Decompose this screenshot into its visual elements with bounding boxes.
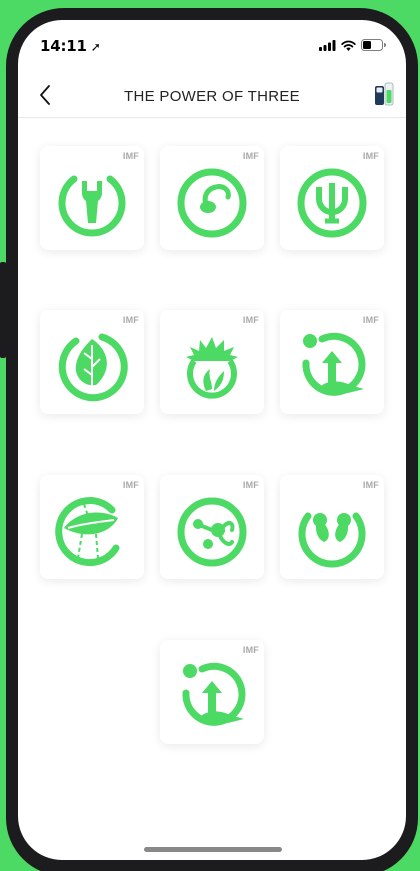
- app-card[interactable]: IMF: [160, 310, 264, 414]
- leaf-circle-icon: [58, 333, 128, 402]
- psi-circle-icon: [297, 168, 367, 238]
- app-card[interactable]: IMF: [280, 310, 384, 414]
- app-grid: IMF IMF IMF IMF IMF IMF IMF IMF IMF IMF: [18, 20, 406, 860]
- app-card[interactable]: IMF: [280, 475, 384, 579]
- two-drops-icon: [298, 512, 366, 568]
- card-badge: IMF: [242, 315, 259, 325]
- app-card[interactable]: IMF: [40, 310, 144, 414]
- growth-arrow-icon: [182, 662, 246, 726]
- app-card[interactable]: IMF: [160, 640, 264, 744]
- phone-side-button: [0, 262, 6, 358]
- app-card[interactable]: IMF: [160, 146, 264, 250]
- card-badge: IMF: [122, 315, 139, 325]
- app-card[interactable]: IMF: [160, 475, 264, 579]
- leaf-rain-icon: [55, 497, 120, 567]
- home-indicator[interactable]: [144, 847, 282, 852]
- app-card[interactable]: IMF: [40, 146, 144, 250]
- wrench-circle-icon: [58, 175, 126, 237]
- card-badge: IMF: [122, 151, 139, 161]
- card-badge: IMF: [122, 480, 139, 490]
- card-badge: IMF: [362, 480, 379, 490]
- sprout-sun-icon: [186, 337, 238, 399]
- card-badge: IMF: [242, 151, 259, 161]
- cells-circle-icon: [177, 497, 247, 567]
- card-badge: IMF: [242, 480, 259, 490]
- app-card[interactable]: IMF: [280, 146, 384, 250]
- card-badge: IMF: [242, 645, 259, 655]
- growth-arrow-icon: [302, 332, 366, 396]
- card-badge: IMF: [362, 151, 379, 161]
- sperm-circle-icon: [177, 168, 247, 238]
- app-card[interactable]: IMF: [40, 475, 144, 579]
- card-badge: IMF: [362, 315, 379, 325]
- app-screen: 14:11 ➚ THE POWER OF THREE IMF IMF IMF I…: [18, 20, 406, 860]
